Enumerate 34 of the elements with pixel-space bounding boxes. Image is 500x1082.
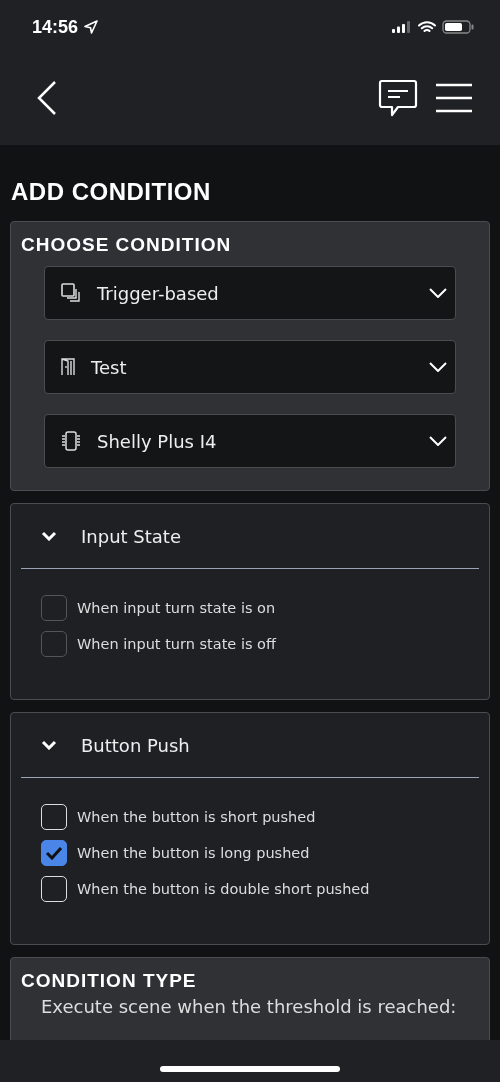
back-icon[interactable] xyxy=(36,79,58,116)
dropdown-field[interactable]: Shelly Plus I4 xyxy=(44,414,456,468)
battery-icon xyxy=(442,20,474,34)
section-heading: CHOOSE CONDITION xyxy=(21,233,233,257)
wifi-icon xyxy=(418,20,436,34)
menu-icon[interactable] xyxy=(436,82,472,113)
checkbox-label: When the button is double short pushed xyxy=(77,881,370,897)
checkbox[interactable] xyxy=(41,595,67,621)
chevron-icon xyxy=(41,740,57,750)
page-title: ADD CONDITION xyxy=(11,177,212,207)
description-text: Execute scene when the threshold is reached: xyxy=(40,995,458,1017)
signal-icon xyxy=(392,21,412,33)
checkbox[interactable] xyxy=(41,840,67,866)
checkbox-label: When the button is short pushed xyxy=(77,809,316,825)
dropdown-field[interactable]: Trigger-based xyxy=(44,266,456,320)
chevron-icon xyxy=(41,531,57,541)
section-heading: CONDITION TYPE xyxy=(21,969,198,993)
chat-icon[interactable] xyxy=(378,77,418,118)
checkbox[interactable] xyxy=(41,631,67,657)
location-arrow-icon xyxy=(84,20,99,34)
door-icon xyxy=(61,358,75,376)
chip-icon xyxy=(61,431,81,451)
checkbox-label: When input turn state is off xyxy=(77,636,276,652)
checkbox-label: When input turn state is on xyxy=(77,600,276,616)
section-toggle[interactable]: Button Push xyxy=(21,713,479,778)
status-time: 14:56 xyxy=(32,16,79,38)
chevron-down-icon xyxy=(429,288,447,298)
section-toggle[interactable]: Input State xyxy=(21,504,479,569)
chevron-down-icon xyxy=(429,436,447,446)
dropdown-field[interactable]: Test xyxy=(44,340,456,394)
checkbox-label: When the button is long pushed xyxy=(77,845,310,861)
chevron-down-icon xyxy=(429,362,447,372)
check-icon xyxy=(45,846,63,860)
stacked-squares-icon xyxy=(61,283,81,303)
